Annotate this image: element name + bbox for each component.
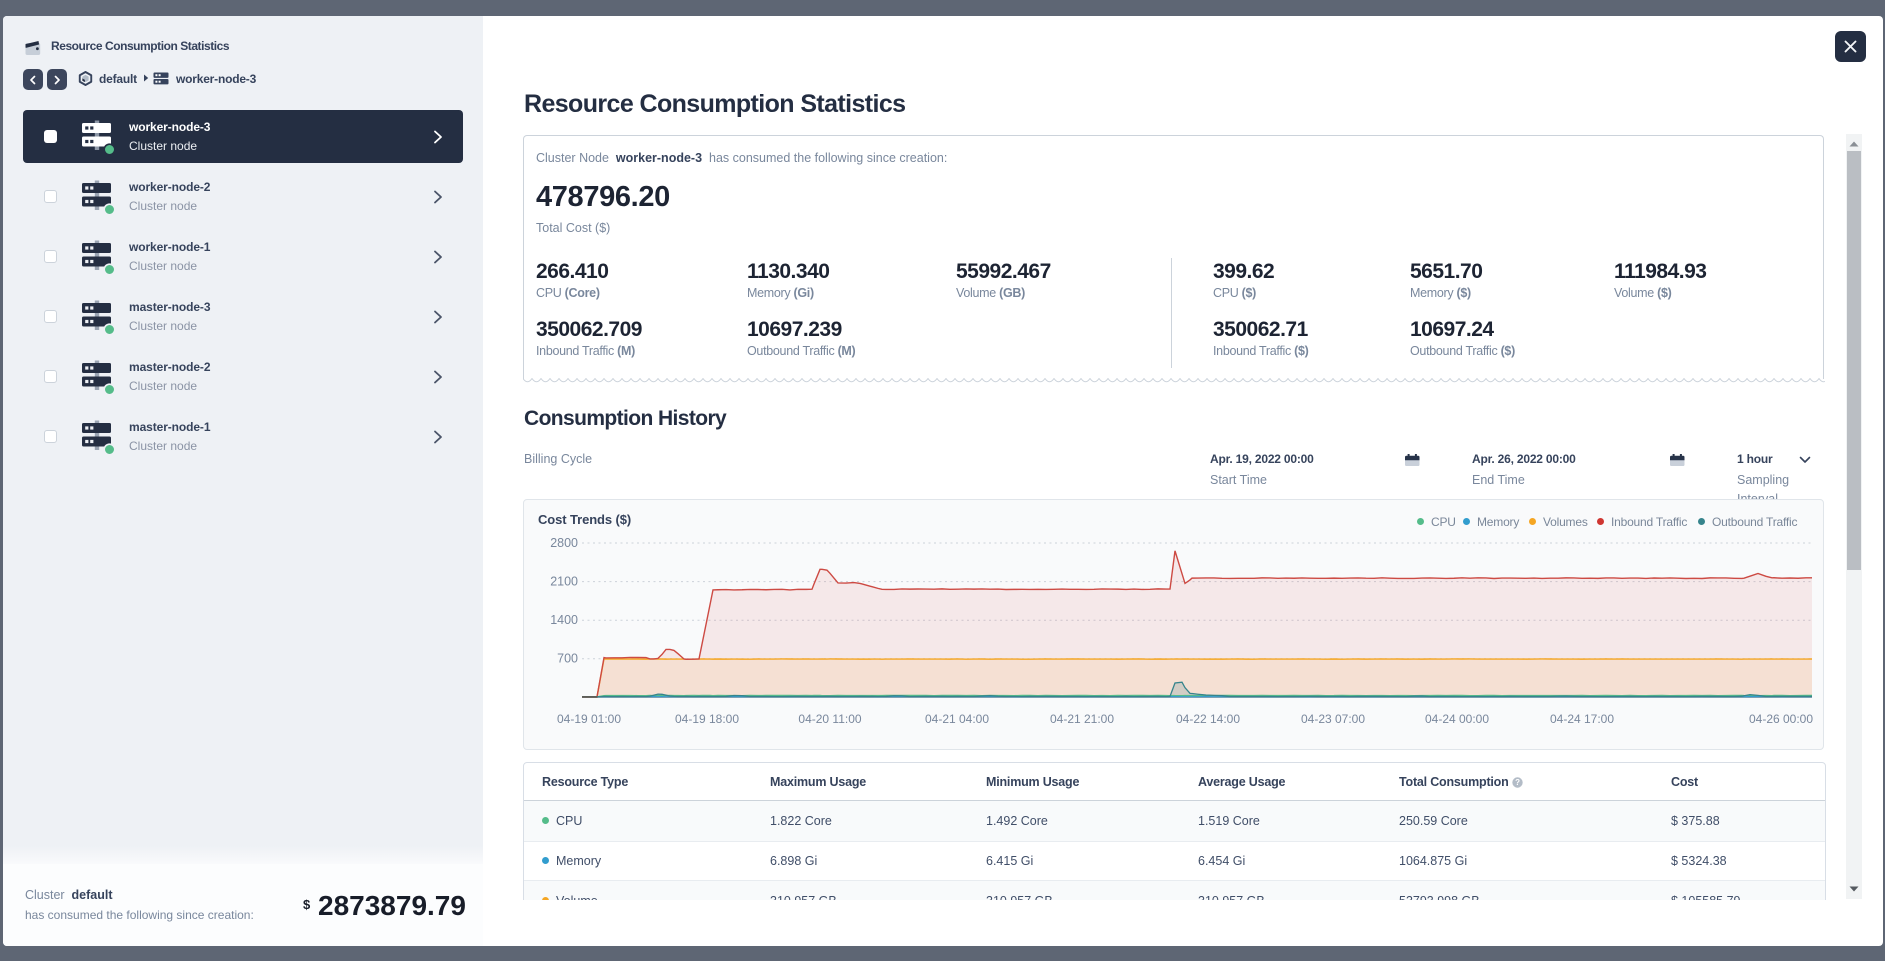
svg-text:04-23 07:00: 04-23 07:00 bbox=[1301, 712, 1365, 726]
svg-text:?: ? bbox=[1515, 778, 1520, 787]
svg-text:04-24 00:00: 04-24 00:00 bbox=[1425, 712, 1489, 726]
svg-text:04-21 21:00: 04-21 21:00 bbox=[1050, 712, 1114, 726]
svg-text:04-24 17:00: 04-24 17:00 bbox=[1550, 712, 1614, 726]
svg-text:04-21 04:00: 04-21 04:00 bbox=[925, 712, 989, 726]
svg-text:04-26 00:00: 04-26 00:00 bbox=[1749, 712, 1813, 726]
svg-text:2800: 2800 bbox=[550, 536, 578, 550]
svg-text:04-22 14:00: 04-22 14:00 bbox=[1176, 712, 1240, 726]
svg-text:700: 700 bbox=[557, 652, 578, 666]
svg-text:2100: 2100 bbox=[550, 575, 578, 589]
svg-text:04-19 18:00: 04-19 18:00 bbox=[675, 712, 739, 726]
svg-text:04-19 01:00: 04-19 01:00 bbox=[557, 712, 621, 726]
svg-text:1400: 1400 bbox=[550, 613, 578, 627]
svg-text:04-20 11:00: 04-20 11:00 bbox=[798, 712, 861, 726]
